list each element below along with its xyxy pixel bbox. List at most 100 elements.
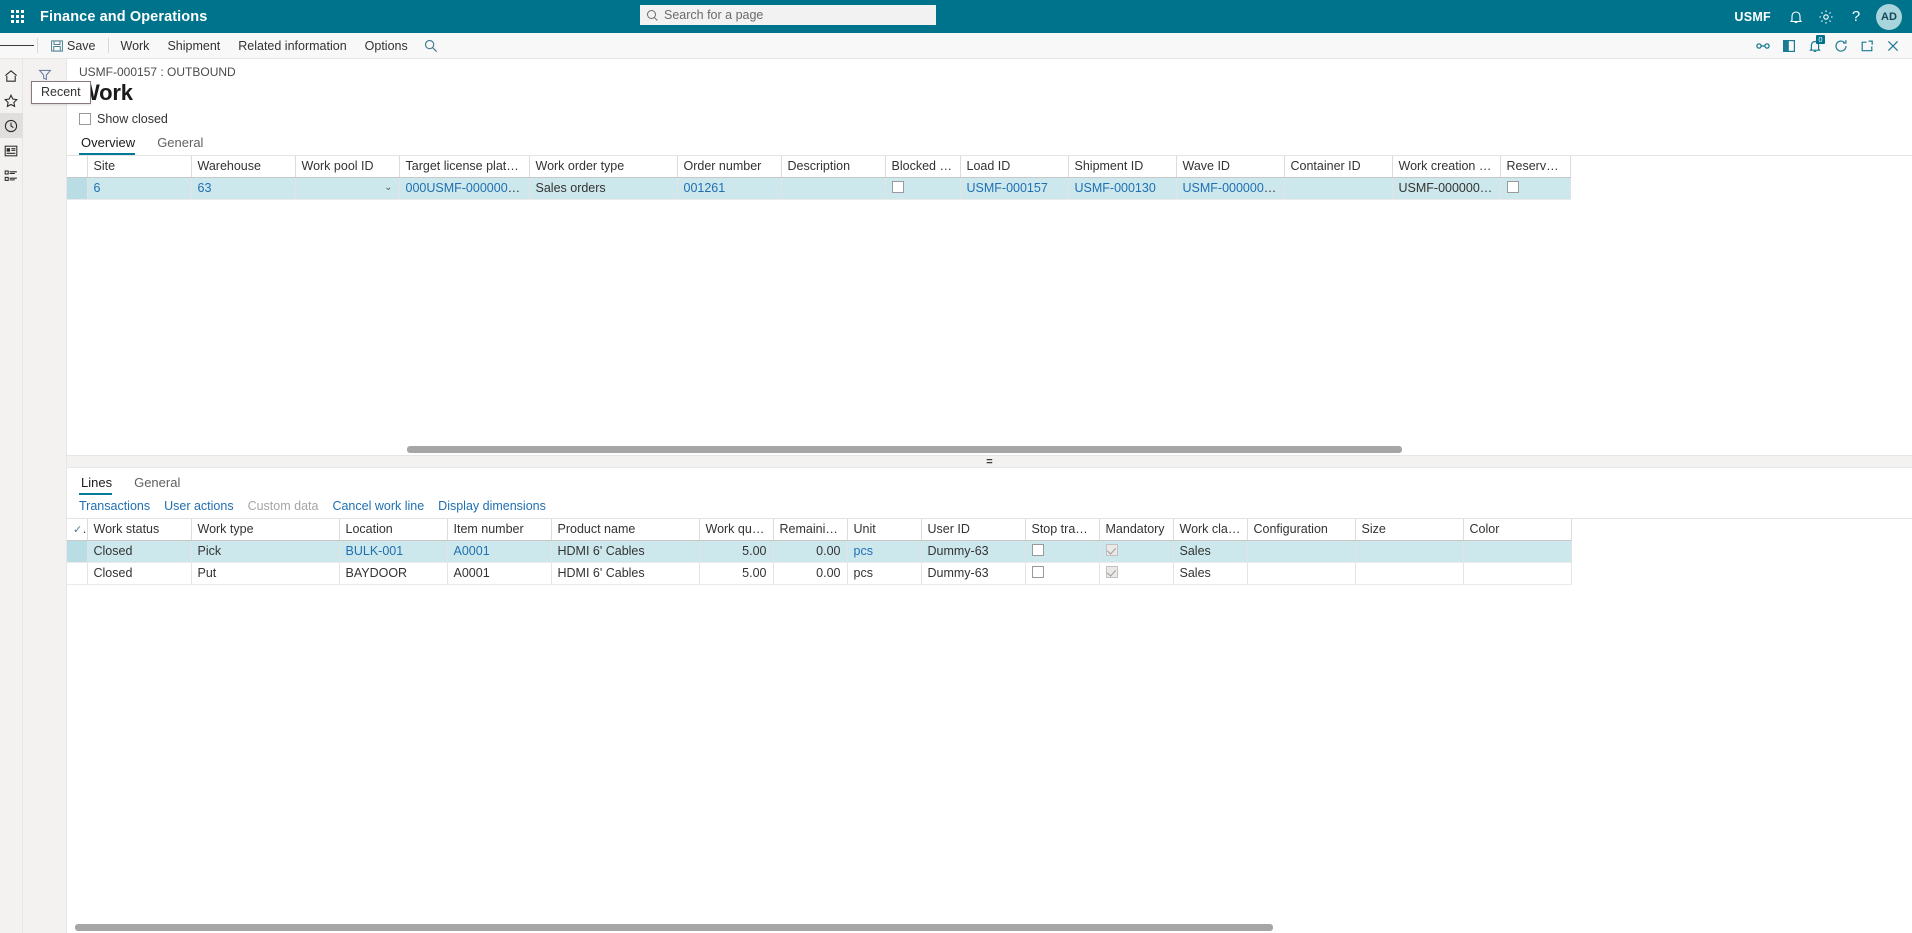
table-cell[interactable] xyxy=(1099,540,1174,563)
cell-link[interactable]: 6 xyxy=(94,181,101,195)
lines-grid-hscrollbar[interactable] xyxy=(67,922,1912,933)
table-cell[interactable] xyxy=(1247,540,1356,563)
user-actions-button[interactable]: User actions xyxy=(164,499,233,513)
table-cell[interactable]: A0001 xyxy=(447,562,552,585)
workspaces-icon[interactable] xyxy=(0,138,23,163)
table-cell[interactable]: pcs xyxy=(847,562,922,585)
show-closed-checkbox[interactable] xyxy=(79,113,91,125)
cell-checkbox[interactable] xyxy=(891,180,904,193)
column-header[interactable]: Work order type xyxy=(529,156,678,178)
scrollbar-thumb[interactable] xyxy=(407,446,1402,453)
tab-general[interactable]: General xyxy=(155,135,212,155)
table-cell[interactable]: A0001 xyxy=(447,540,552,563)
recent-clock-icon[interactable] xyxy=(0,113,23,138)
cell-link[interactable]: BULK-001 xyxy=(346,544,404,558)
column-header[interactable]: Load ID xyxy=(960,156,1069,178)
column-header[interactable]: Work class ID xyxy=(1173,519,1248,541)
settings-gear-icon[interactable] xyxy=(1811,0,1841,33)
notifications-count-icon[interactable]: 0 xyxy=(1802,33,1828,59)
attachments-icon[interactable] xyxy=(1750,33,1776,59)
table-cell[interactable]: HDMI 6' Cables xyxy=(551,540,700,563)
display-dimensions-button[interactable]: Display dimensions xyxy=(438,499,546,513)
column-header[interactable]: Item number xyxy=(447,519,552,541)
cell-link[interactable]: USMF-000157 xyxy=(967,181,1048,195)
cell-link[interactable]: 000USMF-0000000307 xyxy=(406,181,529,195)
table-cell[interactable] xyxy=(781,177,886,200)
chevron-down-icon[interactable]: ⌄ xyxy=(384,181,392,195)
table-cell[interactable]: Closed xyxy=(87,562,192,585)
column-header[interactable]: Configuration xyxy=(1247,519,1356,541)
table-cell[interactable]: Sales xyxy=(1173,540,1248,563)
table-cell[interactable]: USMF-000000140 xyxy=(1392,177,1501,200)
cell-checkbox[interactable] xyxy=(1031,565,1044,578)
table-cell[interactable]: Sales xyxy=(1173,562,1248,585)
column-header[interactable]: Shipment ID xyxy=(1068,156,1177,178)
column-header[interactable]: Blocked wave xyxy=(885,156,961,178)
table-cell[interactable]: USMF-000000161 xyxy=(1176,177,1285,200)
tab-lines-general[interactable]: General xyxy=(132,475,189,495)
table-cell[interactable] xyxy=(885,177,961,200)
company-selector[interactable]: USMF xyxy=(1724,0,1781,33)
table-cell[interactable] xyxy=(1025,562,1100,585)
column-header[interactable]: Container ID xyxy=(1284,156,1393,178)
table-cell[interactable]: Dummy-63 xyxy=(921,562,1026,585)
column-header[interactable]: Reservation f... xyxy=(1500,156,1571,178)
column-header[interactable]: Warehouse xyxy=(191,156,296,178)
close-icon[interactable] xyxy=(1880,33,1906,59)
select-all-column-header[interactable]: ✓ xyxy=(67,519,88,541)
row-select-cell[interactable] xyxy=(67,562,88,585)
table-cell[interactable] xyxy=(1355,540,1464,563)
column-header[interactable]: Work creation number xyxy=(1392,156,1501,178)
grid-splitter[interactable]: = xyxy=(67,455,1912,468)
column-header[interactable]: Color xyxy=(1463,519,1572,541)
cell-checkbox[interactable] xyxy=(1506,180,1519,193)
pop-out-icon[interactable] xyxy=(1854,33,1880,59)
cell-link[interactable]: USMF-000000161 xyxy=(1183,181,1284,195)
table-cell[interactable] xyxy=(1025,540,1100,563)
table-cell[interactable]: 001261 xyxy=(677,177,782,200)
cell-link[interactable]: USMF-000130 xyxy=(1075,181,1156,195)
cell-link[interactable]: A0001 xyxy=(454,544,490,558)
column-header[interactable]: Work quantity xyxy=(699,519,774,541)
menu-item-work[interactable]: Work xyxy=(112,33,159,59)
column-header[interactable]: Product name xyxy=(551,519,700,541)
column-header[interactable]: Work pool ID xyxy=(295,156,400,178)
column-header[interactable]: Work type xyxy=(191,519,340,541)
table-cell[interactable]: BAYDOOR xyxy=(339,562,448,585)
global-search-input[interactable]: Search for a page xyxy=(640,5,936,25)
command-bar-search-icon[interactable] xyxy=(417,33,445,59)
table-cell[interactable]: Dummy-63 xyxy=(921,540,1026,563)
table-cell[interactable]: Closed xyxy=(87,540,192,563)
hamburger-menu-icon[interactable] xyxy=(0,33,34,59)
column-header[interactable]: User ID xyxy=(921,519,1026,541)
table-row[interactable]: Closed Put BAYDOOR A0001 HDMI 6' Cables 5.00 0… xyxy=(67,562,1572,585)
cell-link[interactable]: 001261 xyxy=(684,181,726,195)
scrollbar-thumb[interactable] xyxy=(75,924,1273,931)
home-icon[interactable] xyxy=(0,63,23,88)
app-launcher-icon[interactable] xyxy=(0,0,34,33)
table-cell[interactable]: 000USMF-0000000307 xyxy=(399,177,530,200)
column-header[interactable]: Stop transact... xyxy=(1025,519,1100,541)
column-header[interactable]: Size xyxy=(1355,519,1464,541)
column-header[interactable]: Site xyxy=(87,156,192,178)
column-header[interactable]: Wave ID xyxy=(1176,156,1285,178)
menu-item-shipment[interactable]: Shipment xyxy=(158,33,229,59)
cell-checkbox[interactable] xyxy=(1031,543,1044,556)
column-header[interactable]: Mandatory xyxy=(1099,519,1174,541)
table-cell[interactable]: 5.00 xyxy=(699,562,774,585)
column-header[interactable]: Work status xyxy=(87,519,192,541)
row-select-cell[interactable] xyxy=(67,540,88,563)
table-cell[interactable]: ⌄ xyxy=(295,177,400,200)
table-row[interactable]: 6 63 ⌄ 000USMF-0000000307 Sales orders 001261… xyxy=(67,177,1571,200)
column-header[interactable]: Target license plate ID xyxy=(399,156,530,178)
column-header[interactable]: Location xyxy=(339,519,448,541)
table-cell[interactable]: Sales orders xyxy=(529,177,678,200)
column-header[interactable]: Unit xyxy=(847,519,922,541)
table-cell[interactable]: 0.00 xyxy=(773,540,848,563)
save-button[interactable]: Save xyxy=(41,33,105,59)
favorites-star-icon[interactable] xyxy=(0,88,23,113)
table-cell[interactable]: Put xyxy=(191,562,340,585)
modules-list-icon[interactable] xyxy=(0,163,23,188)
table-cell[interactable]: BULK-001 xyxy=(339,540,448,563)
notifications-bell-icon[interactable] xyxy=(1781,0,1811,33)
